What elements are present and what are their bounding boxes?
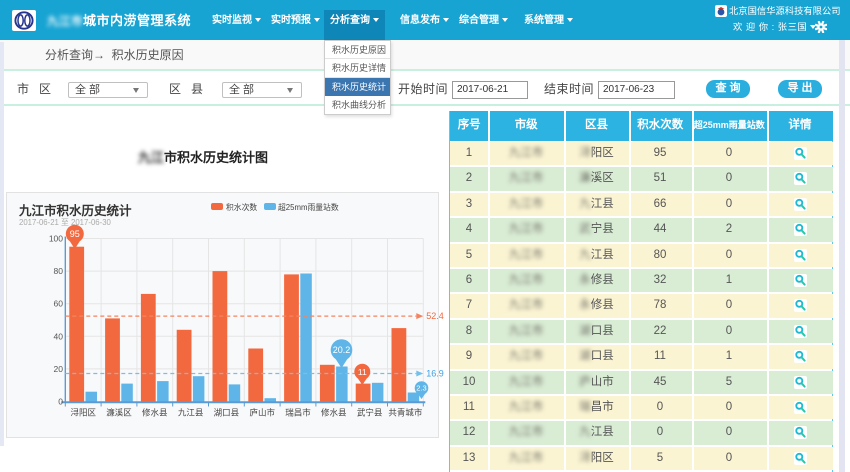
svg-text:80: 80 (54, 266, 64, 276)
svg-text:修水县: 修水县 (321, 408, 347, 418)
svg-text:瑞昌市: 瑞昌市 (285, 408, 311, 418)
svg-text:2.3: 2.3 (416, 384, 426, 393)
svg-text:浔阳区: 浔阳区 (70, 408, 96, 418)
svg-text:共青城市: 共青城市 (388, 408, 423, 418)
svg-text:52.4: 52.4 (426, 311, 444, 321)
svg-text:100: 100 (49, 234, 63, 244)
svg-text:濂溪区: 濂溪区 (106, 408, 132, 418)
svg-text:16.9: 16.9 (426, 369, 444, 379)
svg-text:20: 20 (54, 364, 64, 374)
svg-text:60: 60 (54, 299, 64, 309)
svg-text:湖口县: 湖口县 (214, 408, 240, 418)
svg-text:0: 0 (58, 397, 63, 407)
svg-text:武宁县: 武宁县 (357, 408, 383, 418)
svg-text:40: 40 (54, 331, 64, 341)
svg-text:95: 95 (70, 229, 80, 239)
svg-text:11: 11 (358, 367, 367, 377)
svg-text:九江县: 九江县 (178, 408, 204, 418)
svg-text:20.2: 20.2 (333, 345, 351, 355)
svg-text:修水县: 修水县 (142, 408, 168, 418)
svg-text:庐山市: 庐山市 (249, 408, 275, 418)
